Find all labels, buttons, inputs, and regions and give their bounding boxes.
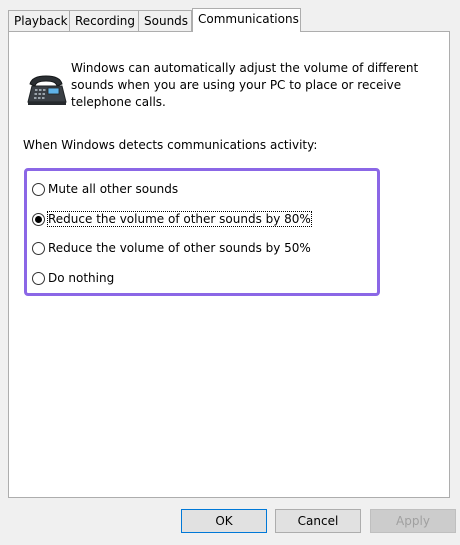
intro-line: telephone calls.: [71, 95, 166, 109]
communications-panel: Windows can automatically adjust the vol…: [8, 31, 450, 498]
telephone-icon: [26, 72, 68, 108]
sound-dialog: Playback Recording Sounds Communications: [0, 0, 460, 545]
ok-button[interactable]: OK: [181, 509, 267, 533]
option-do-nothing[interactable]: Do nothing: [32, 268, 114, 288]
tab-sounds[interactable]: Sounds: [138, 10, 192, 31]
radio-icon[interactable]: [32, 241, 45, 255]
option-mute-all[interactable]: Mute all other sounds: [32, 179, 178, 199]
intro-line: Windows can automatically adjust the vol…: [71, 61, 419, 75]
tab-playback[interactable]: Playback: [8, 10, 70, 31]
option-label: Reduce the volume of other sounds by 80%: [47, 211, 312, 227]
intro-line: sounds when you are using your PC to pla…: [71, 78, 402, 92]
apply-button[interactable]: Apply: [370, 509, 456, 533]
intro-description: Windows can automatically adjust the vol…: [71, 60, 431, 111]
activity-prompt: When Windows detects communications acti…: [23, 138, 318, 152]
cancel-button[interactable]: Cancel: [275, 509, 361, 533]
options-highlight-box: Mute all other sounds Reduce the volume …: [24, 168, 380, 296]
radio-icon[interactable]: [32, 271, 45, 285]
tab-communications[interactable]: Communications: [192, 8, 301, 32]
option-reduce-80[interactable]: Reduce the volume of other sounds by 80%: [32, 209, 312, 229]
option-reduce-50[interactable]: Reduce the volume of other sounds by 50%: [32, 238, 311, 258]
option-label: Reduce the volume of other sounds by 50%: [48, 241, 311, 255]
radio-checked-icon[interactable]: [32, 212, 45, 226]
option-label: Mute all other sounds: [48, 182, 179, 196]
option-label: Do nothing: [48, 271, 115, 285]
radio-icon[interactable]: [32, 182, 45, 196]
tab-recording[interactable]: Recording: [69, 10, 139, 31]
